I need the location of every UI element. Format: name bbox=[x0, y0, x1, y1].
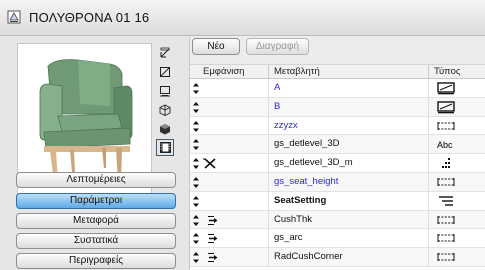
parameters-panel: Νέο Διαγραφή Εμφάνιση Μεταβλητή Τύπος AB… bbox=[190, 36, 485, 270]
column-gridline bbox=[428, 210, 429, 229]
reorder-handle-icon[interactable] bbox=[192, 83, 200, 94]
svg-text:Abc: Abc bbox=[437, 140, 453, 150]
column-divider[interactable] bbox=[428, 65, 429, 79]
window-title: ΠΟΛΥΘΡΟΝΑ 01 16 bbox=[29, 10, 150, 25]
column-gridline bbox=[268, 172, 269, 191]
title-icon[interactable] bbox=[436, 194, 456, 208]
text-icon[interactable]: Abc bbox=[436, 137, 456, 151]
length-icon[interactable] bbox=[436, 100, 456, 114]
dim-icon[interactable] bbox=[436, 250, 456, 264]
reorder-handle-icon[interactable] bbox=[192, 233, 200, 245]
variable-name: B bbox=[274, 100, 281, 112]
variable-name: CushThk bbox=[274, 213, 313, 225]
left-panel: Λεπτομέρειες Παράμετροι Μεταφορά Συστατι… bbox=[0, 36, 190, 270]
dim-icon[interactable] bbox=[436, 231, 456, 245]
page-transfer-button[interactable]: Μεταφορά bbox=[16, 213, 176, 229]
column-gridline bbox=[428, 154, 429, 172]
variable-name: gs_seat_height bbox=[274, 175, 339, 187]
variable-name: gs_detlevel_3D_m bbox=[274, 157, 353, 169]
table-row[interactable]: gs_detlevel_3D Abc bbox=[190, 135, 485, 155]
child-arrow-icon[interactable] bbox=[203, 251, 221, 264]
axo-view-icon[interactable] bbox=[156, 101, 174, 118]
reorder-handle-icon[interactable] bbox=[192, 252, 200, 264]
reorder-handle-icon[interactable] bbox=[192, 120, 200, 132]
child-arrow-icon[interactable] bbox=[203, 232, 221, 245]
show-cell[interactable] bbox=[203, 82, 221, 95]
column-gridline bbox=[428, 135, 429, 154]
table-row[interactable]: zzyzx bbox=[190, 116, 485, 136]
variable-name: gs_arc bbox=[274, 232, 303, 244]
column-gridline bbox=[428, 97, 429, 116]
column-gridline bbox=[268, 116, 269, 135]
table-row[interactable]: RadCushCorner bbox=[190, 248, 485, 267]
variable-name: zzyzx bbox=[274, 119, 298, 131]
shaded-view-icon[interactable] bbox=[156, 120, 174, 137]
column-header-type[interactable]: Τύπος bbox=[434, 66, 460, 77]
column-gridline bbox=[268, 229, 269, 248]
column-gridline bbox=[268, 191, 269, 210]
page-descriptors-button[interactable]: Περιγραφείς bbox=[16, 253, 176, 269]
show-cell[interactable] bbox=[203, 195, 221, 208]
parameters-toolbar: Νέο Διαγραφή bbox=[190, 36, 485, 64]
plan-view-icon[interactable] bbox=[156, 82, 174, 99]
side-view-icon[interactable] bbox=[156, 44, 174, 61]
parameter-list: A Bzzyzx gs_detlevel_3D Abc gs_detlevel_3D_m… bbox=[190, 79, 485, 267]
reorder-handle-icon[interactable] bbox=[192, 158, 200, 170]
column-gridline bbox=[268, 135, 269, 154]
variable-name: A bbox=[274, 82, 281, 93]
table-row[interactable]: gs_detlevel_3D_m bbox=[190, 154, 485, 173]
column-gridline bbox=[428, 191, 429, 210]
column-gridline bbox=[268, 210, 269, 229]
column-gridline bbox=[428, 116, 429, 135]
page-details-button[interactable]: Λεπτομέρειες bbox=[16, 172, 176, 188]
column-gridline bbox=[428, 172, 429, 191]
film-strip-icon[interactable] bbox=[156, 139, 174, 156]
reorder-handle-icon[interactable] bbox=[192, 139, 200, 151]
column-gridline bbox=[268, 79, 269, 97]
table-row[interactable]: B bbox=[190, 97, 485, 117]
column-header-variable[interactable]: Μεταβλητή bbox=[274, 66, 320, 77]
object-icon bbox=[7, 10, 21, 24]
column-gridline bbox=[268, 248, 269, 266]
table-row[interactable]: gs_arc bbox=[190, 229, 485, 249]
table-row[interactable]: SeatSetting bbox=[190, 191, 485, 211]
show-cell[interactable] bbox=[203, 138, 221, 151]
reorder-handle-icon[interactable] bbox=[192, 176, 200, 188]
page-parameters-button[interactable]: Παράμετροι bbox=[16, 193, 176, 209]
integer-icon[interactable] bbox=[436, 156, 456, 170]
hidden-x-icon[interactable] bbox=[203, 157, 221, 170]
column-gridline bbox=[428, 229, 429, 248]
show-cell[interactable] bbox=[203, 176, 221, 189]
column-gridline bbox=[428, 79, 429, 97]
front-view-icon[interactable] bbox=[156, 63, 174, 80]
reorder-handle-icon[interactable] bbox=[192, 214, 200, 226]
column-gridline bbox=[428, 248, 429, 266]
view-toolbar bbox=[156, 44, 178, 158]
column-gridline bbox=[268, 154, 269, 172]
table-row[interactable]: gs_seat_height bbox=[190, 172, 485, 192]
table-row[interactable]: CushThk bbox=[190, 210, 485, 230]
dim-icon[interactable] bbox=[436, 119, 456, 133]
table-row[interactable]: A bbox=[190, 79, 485, 98]
delete-button[interactable]: Διαγραφή bbox=[246, 38, 309, 55]
column-header-show[interactable]: Εμφάνιση bbox=[203, 66, 244, 77]
variable-name: RadCushCorner bbox=[274, 251, 343, 263]
reorder-handle-icon[interactable] bbox=[192, 195, 200, 207]
show-cell[interactable] bbox=[203, 120, 221, 133]
table-header: Εμφάνιση Μεταβλητή Τύπος bbox=[190, 64, 485, 79]
show-cell[interactable] bbox=[203, 101, 221, 114]
title-bar: ΠΟΛΥΘΡΟΝΑ 01 16 bbox=[0, 0, 485, 36]
dim-icon[interactable] bbox=[436, 175, 456, 189]
length-icon[interactable] bbox=[436, 81, 456, 95]
dim-icon[interactable] bbox=[436, 213, 456, 227]
reorder-handle-icon[interactable] bbox=[192, 101, 200, 113]
page-components-button[interactable]: Συστατικά bbox=[16, 233, 176, 249]
child-arrow-icon[interactable] bbox=[203, 214, 221, 227]
variable-name: SeatSetting bbox=[274, 194, 327, 206]
variable-name: gs_detlevel_3D bbox=[274, 138, 340, 150]
new-button[interactable]: Νέο bbox=[192, 38, 240, 55]
column-divider[interactable] bbox=[268, 65, 269, 79]
column-gridline bbox=[268, 97, 269, 116]
